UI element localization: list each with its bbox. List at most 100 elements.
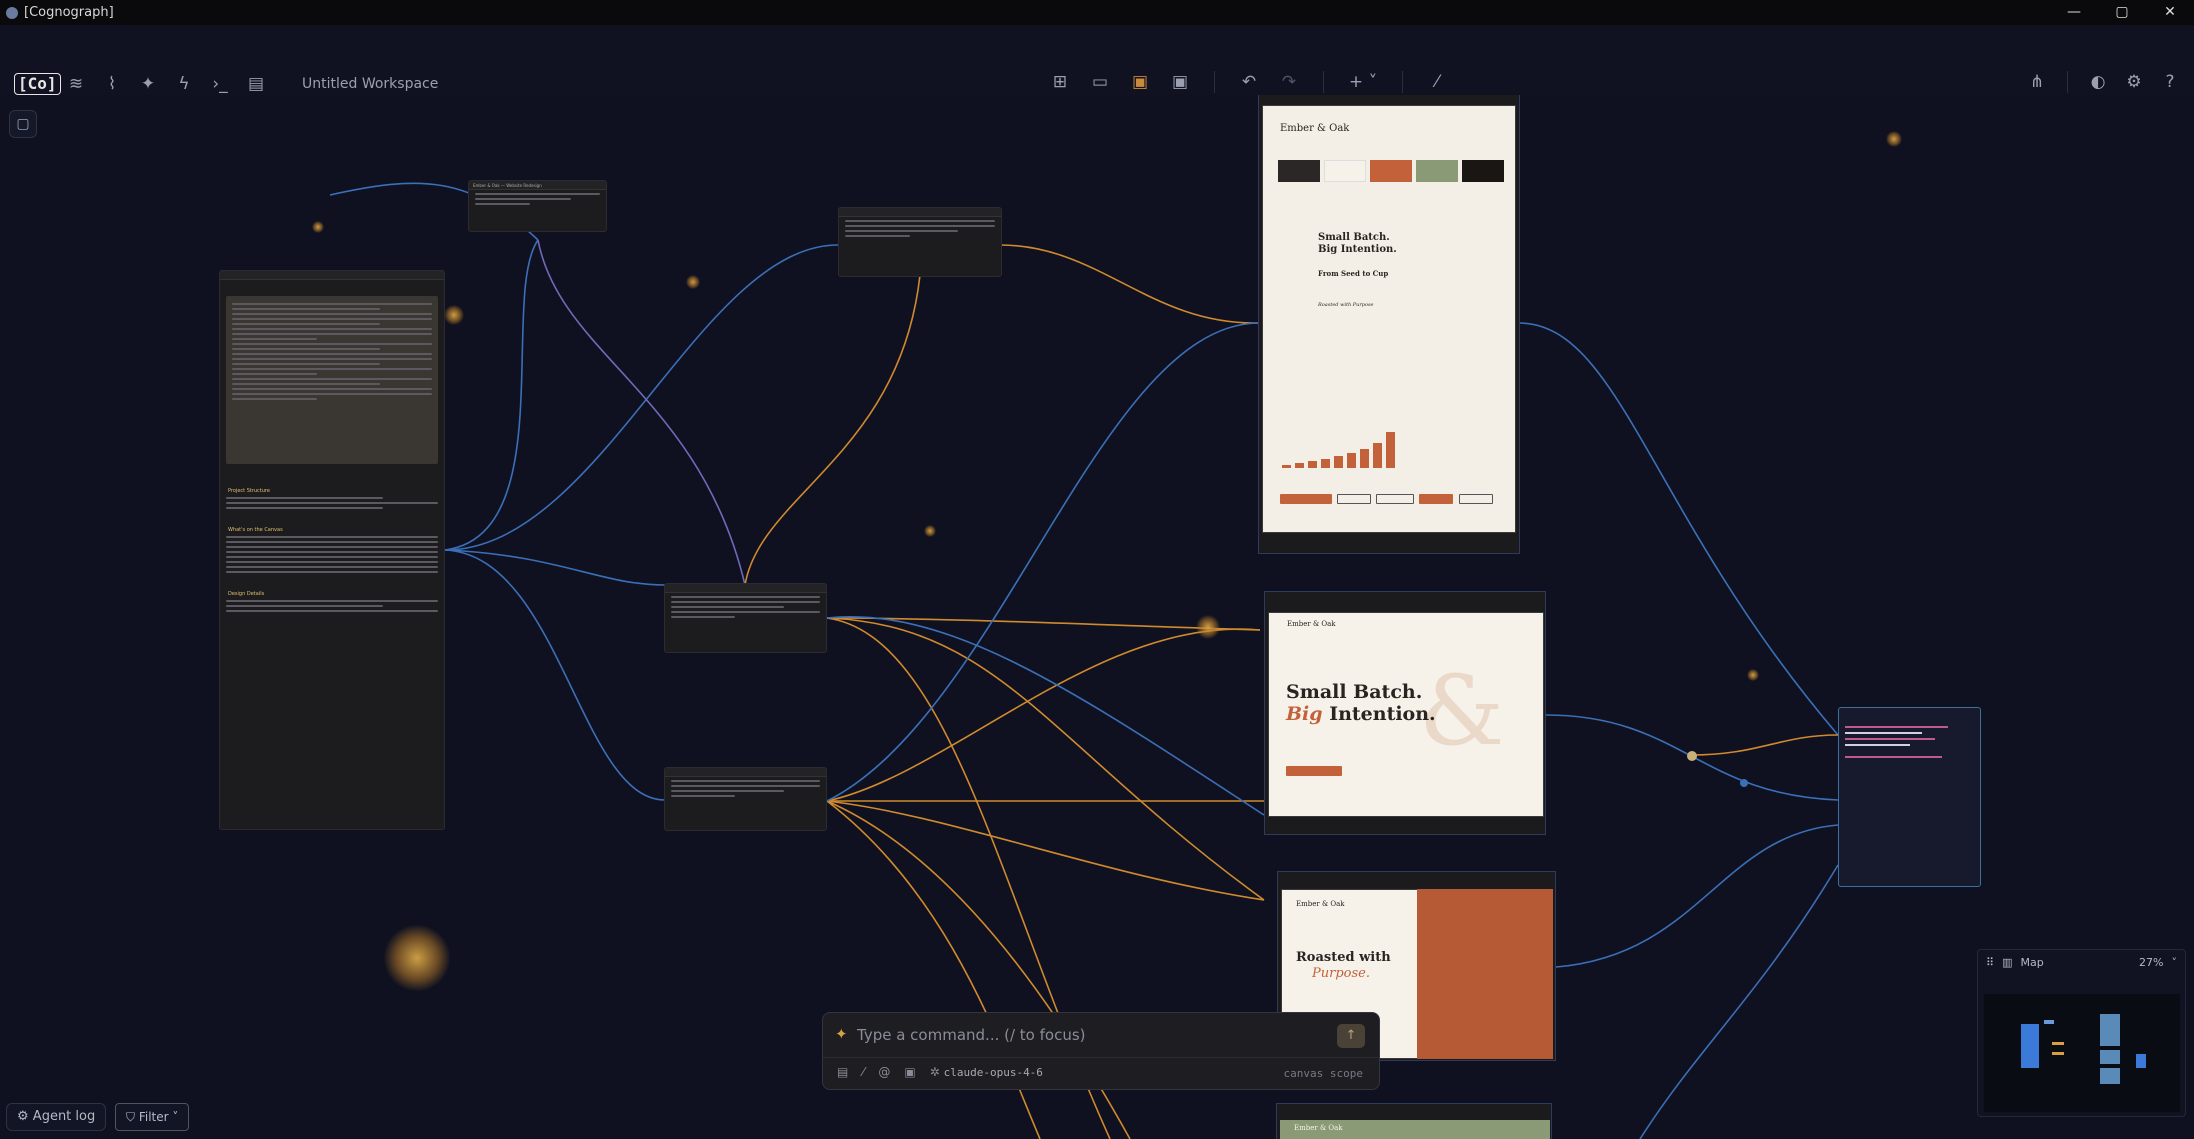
minimap-title: Map <box>2020 955 2044 969</box>
landing-page-document: Ember & Oak & Small Batch. Big Intention… <box>1268 612 1544 817</box>
add-node-icon[interactable]: + ˅ <box>1346 70 1380 94</box>
chart-bar <box>1308 461 1317 468</box>
style-guide-node[interactable]: Ember & Oak Small Batch. Big Intention. … <box>1258 95 1520 554</box>
layers-icon[interactable]: ≋ <box>64 72 88 96</box>
project-node[interactable]: Ember & Oak — Website Redesign <box>468 180 607 232</box>
edge[interactable] <box>1639 864 1839 1139</box>
task-node-header[interactable] <box>665 584 826 593</box>
edge[interactable] <box>537 239 746 586</box>
attach-file-icon[interactable]: ▤ <box>837 1065 848 1079</box>
mention-icon[interactable]: @ <box>878 1065 890 1079</box>
center-toolbar-icons: ⊞ ▭ ▣ ▣ ↶ ↷ + ˅ ⁄ <box>1048 70 1449 94</box>
gear-icon[interactable]: ⚙ <box>2122 70 2146 94</box>
activity-icon[interactable]: ⌇ <box>100 72 124 96</box>
save-as-icon[interactable]: ▣ <box>1168 70 1192 94</box>
note-node[interactable] <box>838 207 1002 277</box>
green-page-node[interactable]: Ember & Oak <box>1276 1103 1552 1139</box>
magic-wand-icon[interactable]: ⁄ <box>1425 70 1449 94</box>
task-node[interactable] <box>664 583 827 653</box>
landing-brand: Ember & Oak <box>1287 620 1336 628</box>
particle <box>384 925 450 991</box>
terminal-icon[interactable]: ›_ <box>208 72 232 96</box>
minimap-header: ⠿ ▥ Map 27% ˅ <box>1978 950 2185 974</box>
edge[interactable] <box>444 239 539 551</box>
design-details-heading: Design Details <box>228 591 265 597</box>
edge[interactable] <box>999 244 1259 324</box>
new-file-icon[interactable]: ⊞ <box>1048 70 1072 94</box>
project-node-title[interactable]: Ember & Oak — Website Redesign <box>469 181 606 190</box>
map-icon: ▥ <box>2002 955 2013 969</box>
minimap-node <box>2100 1014 2120 1046</box>
purpose-brand: Ember & Oak <box>1296 900 1345 908</box>
edge[interactable] <box>1555 824 1839 968</box>
close-icon[interactable]: ✕ <box>2146 0 2194 25</box>
swatch-rust <box>1370 160 1412 182</box>
command-tools: ▤ ⁄ @ ▣ ✲ claude-opus-4-6 <box>837 1065 1043 1079</box>
purpose-hero-1: Roasted with <box>1296 950 1391 965</box>
edge[interactable] <box>1689 734 1839 756</box>
edge[interactable] <box>444 244 839 551</box>
edge[interactable] <box>1519 322 1839 736</box>
context-icon[interactable]: ▣ <box>904 1065 915 1079</box>
chat-icon[interactable]: ▢ <box>9 110 37 138</box>
particle <box>686 275 700 289</box>
chart-bar <box>1295 463 1304 468</box>
chevron-down-icon: ˅ <box>172 1110 179 1124</box>
pen-icon[interactable]: ⁄ <box>862 1065 864 1079</box>
share-icon[interactable]: ⋔ <box>2025 70 2049 94</box>
edge[interactable] <box>826 322 1259 802</box>
clipboard-icon[interactable]: ▤ <box>244 72 268 96</box>
app-logo[interactable]: [Co] <box>14 73 61 95</box>
chevron-down-icon[interactable]: ˅ <box>2172 956 2178 969</box>
task-node-2[interactable] <box>664 767 827 831</box>
edge-junction[interactable] <box>1740 779 1748 787</box>
canvas-heading: What's on the Canvas <box>228 527 283 533</box>
palette-icon[interactable]: ◐ <box>2086 70 2110 94</box>
sparkles-icon[interactable]: ✦ <box>136 72 160 96</box>
chat-node-header[interactable] <box>220 271 444 280</box>
code-node[interactable] <box>1838 707 1981 887</box>
minimap-viewport[interactable] <box>1984 994 2180 1112</box>
minimap-panel[interactable]: ⠿ ▥ Map 27% ˅ <box>1977 949 2186 1117</box>
scope-label[interactable]: canvas scope <box>1284 1067 1363 1080</box>
graph-canvas[interactable]: ▢ Project Structure What's on the Canvas… <box>0 95 2194 1139</box>
redo-icon[interactable]: ↷ <box>1277 70 1301 94</box>
landing-hero-2a: Big <box>1286 703 1323 725</box>
help-icon[interactable]: ? <box>2158 70 2182 94</box>
send-button[interactable]: ↑ <box>1337 1024 1365 1048</box>
model-selector[interactable]: ✲ claude-opus-4-6 <box>930 1065 1043 1079</box>
swatch-espresso <box>1462 160 1504 182</box>
drag-handle-icon[interactable]: ⠿ <box>1986 956 1994 969</box>
model-icon: ✲ <box>929 1065 940 1079</box>
agent-log-button[interactable]: ⚙ Agent log <box>6 1103 107 1131</box>
landing-page-node[interactable]: Ember & Oak & Small Batch. Big Intention… <box>1264 591 1546 835</box>
particle <box>1196 615 1220 639</box>
filter-icon: ⛉ <box>126 1110 136 1124</box>
chart-bar <box>1386 432 1395 468</box>
chart-bar <box>1373 443 1382 468</box>
chat-node[interactable]: Project Structure What's on the Canvas D… <box>219 270 445 830</box>
edge[interactable] <box>444 549 666 801</box>
toolbar-divider <box>1402 71 1403 93</box>
save-icon[interactable]: ▣ <box>1128 70 1152 94</box>
undo-icon[interactable]: ↶ <box>1237 70 1261 94</box>
workspace-name[interactable]: Untitled Workspace <box>302 76 438 92</box>
particle <box>1747 669 1759 681</box>
project-structure-heading: Project Structure <box>228 488 270 494</box>
task-node-header[interactable] <box>665 768 826 777</box>
open-folder-icon[interactable]: ▭ <box>1088 70 1112 94</box>
edge[interactable] <box>744 274 921 586</box>
minimap-node <box>2021 1024 2039 1068</box>
lightning-icon[interactable]: ϟ <box>172 72 196 96</box>
filter-button[interactable]: ⛉ Filter ˅ <box>115 1103 190 1131</box>
maximize-icon[interactable]: ▢ <box>2098 0 2146 25</box>
edge[interactable] <box>826 617 1265 901</box>
landing-hero-2b: Intention. <box>1329 703 1436 725</box>
edge[interactable] <box>444 549 666 586</box>
minimize-icon[interactable]: — <box>2050 0 2098 25</box>
roasted-with: Roasted with Purpose <box>1318 302 1374 308</box>
command-input[interactable] <box>857 1023 1327 1047</box>
note-node-header[interactable] <box>839 208 1001 217</box>
chart-bar <box>1321 459 1330 468</box>
edge-junction[interactable] <box>1687 751 1697 761</box>
